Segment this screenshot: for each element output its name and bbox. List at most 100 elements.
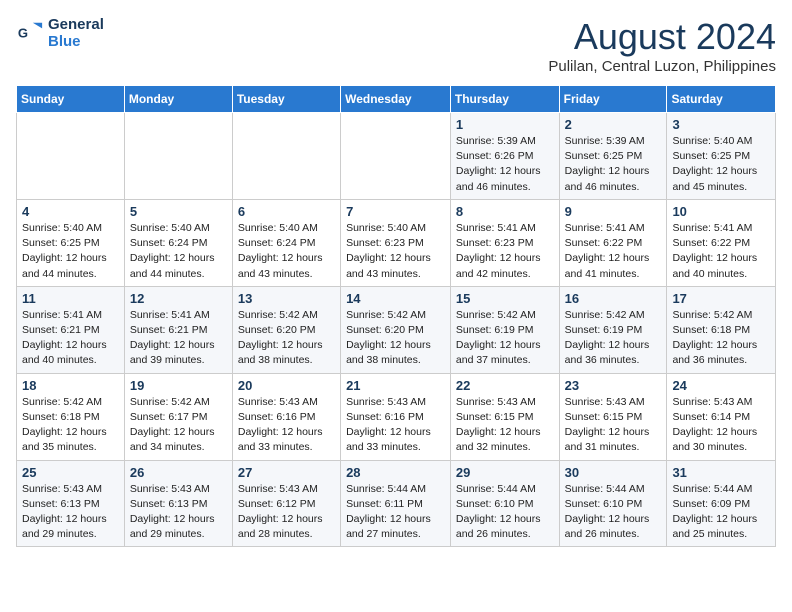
calendar-cell: 11 Sunrise: 5:41 AMSunset: 6:21 PMDayligh…: [17, 286, 125, 373]
day-info: Sunrise: 5:41 AMSunset: 6:21 PMDaylight:…: [130, 308, 227, 369]
calendar-cell: 18 Sunrise: 5:42 AMSunset: 6:18 PMDayligh…: [17, 373, 125, 460]
day-info: Sunrise: 5:41 AMSunset: 6:22 PMDaylight:…: [565, 221, 662, 282]
month-title: August 2024: [548, 16, 776, 58]
day-number: 10: [672, 204, 770, 219]
day-number: 5: [130, 204, 227, 219]
day-info: Sunrise: 5:42 AMSunset: 6:20 PMDaylight:…: [238, 308, 335, 369]
calendar-cell: 10 Sunrise: 5:41 AMSunset: 6:22 PMDayligh…: [667, 199, 776, 286]
logo-line2: Blue: [48, 33, 104, 50]
logo: G General Blue: [16, 16, 104, 50]
calendar-cell: 9 Sunrise: 5:41 AMSunset: 6:22 PMDaylight…: [559, 199, 667, 286]
day-number: 16: [565, 291, 662, 306]
weekday-header-thursday: Thursday: [450, 86, 559, 113]
calendar-cell: 3 Sunrise: 5:40 AMSunset: 6:25 PMDaylight…: [667, 113, 776, 200]
day-info: Sunrise: 5:42 AMSunset: 6:18 PMDaylight:…: [672, 308, 770, 369]
location-title: Pulilan, Central Luzon, Philippines: [548, 58, 776, 75]
day-info: Sunrise: 5:44 AMSunset: 6:09 PMDaylight:…: [672, 482, 770, 543]
calendar-cell: 7 Sunrise: 5:40 AMSunset: 6:23 PMDaylight…: [341, 199, 451, 286]
calendar-cell: 20 Sunrise: 5:43 AMSunset: 6:16 PMDayligh…: [232, 373, 340, 460]
svg-text:G: G: [18, 26, 28, 41]
calendar-cell: 27 Sunrise: 5:43 AMSunset: 6:12 PMDayligh…: [232, 460, 340, 547]
day-number: 31: [672, 465, 770, 480]
day-number: 12: [130, 291, 227, 306]
calendar-cell: 6 Sunrise: 5:40 AMSunset: 6:24 PMDaylight…: [232, 199, 340, 286]
calendar-cell: 8Sunrise: 5:41 AMSunset: 6:23 PMDaylight…: [450, 199, 559, 286]
day-number: 24: [672, 378, 770, 393]
day-number: 19: [130, 378, 227, 393]
title-block: August 2024 Pulilan, Central Luzon, Phil…: [548, 16, 776, 75]
weekday-header-saturday: Saturday: [667, 86, 776, 113]
day-number: 9: [565, 204, 662, 219]
calendar-cell: 24 Sunrise: 5:43 AMSunset: 6:14 PMDayligh…: [667, 373, 776, 460]
day-number: 14: [346, 291, 445, 306]
day-info: Sunrise: 5:43 AMSunset: 6:13 PMDaylight:…: [22, 482, 119, 543]
day-number: 26: [130, 465, 227, 480]
weekday-header-monday: Monday: [124, 86, 232, 113]
day-info: Sunrise: 5:41 AMSunset: 6:21 PMDaylight:…: [22, 308, 119, 369]
day-info: Sunrise: 5:42 AMSunset: 6:20 PMDaylight:…: [346, 308, 445, 369]
calendar-cell: 21Sunrise: 5:43 AMSunset: 6:16 PMDayligh…: [341, 373, 451, 460]
logo-line1: General: [48, 16, 104, 33]
day-info: Sunrise: 5:42 AMSunset: 6:19 PMDaylight:…: [456, 308, 554, 369]
day-number: 28: [346, 465, 445, 480]
calendar-cell: 2 Sunrise: 5:39 AMSunset: 6:25 PMDaylight…: [559, 113, 667, 200]
day-info: Sunrise: 5:41 AMSunset: 6:22 PMDaylight:…: [672, 221, 770, 282]
page-header: G General Blue August 2024 Pulilan, Cent…: [16, 16, 776, 75]
day-info: Sunrise: 5:43 AMSunset: 6:16 PMDaylight:…: [238, 395, 335, 456]
day-info: Sunrise: 5:41 AMSunset: 6:23 PMDaylight:…: [456, 221, 554, 282]
day-info: Sunrise: 5:43 AMSunset: 6:12 PMDaylight:…: [238, 482, 335, 543]
day-info: Sunrise: 5:40 AMSunset: 6:25 PMDaylight:…: [672, 134, 770, 195]
day-number: 25: [22, 465, 119, 480]
calendar-cell: 23 Sunrise: 5:43 AMSunset: 6:15 PMDayligh…: [559, 373, 667, 460]
calendar-cell: 26 Sunrise: 5:43 AMSunset: 6:13 PMDayligh…: [124, 460, 232, 547]
calendar-cell: 22Sunrise: 5:43 AMSunset: 6:15 PMDayligh…: [450, 373, 559, 460]
calendar-cell: 31 Sunrise: 5:44 AMSunset: 6:09 PMDayligh…: [667, 460, 776, 547]
day-number: 1: [456, 117, 554, 132]
day-number: 13: [238, 291, 335, 306]
day-number: 3: [672, 117, 770, 132]
day-info: Sunrise: 5:40 AMSunset: 6:23 PMDaylight:…: [346, 221, 445, 282]
day-info: Sunrise: 5:40 AMSunset: 6:24 PMDaylight:…: [238, 221, 335, 282]
day-number: 30: [565, 465, 662, 480]
weekday-header-wednesday: Wednesday: [341, 86, 451, 113]
day-info: Sunrise: 5:42 AMSunset: 6:19 PMDaylight:…: [565, 308, 662, 369]
day-number: 20: [238, 378, 335, 393]
day-info: Sunrise: 5:44 AMSunset: 6:10 PMDaylight:…: [456, 482, 554, 543]
calendar-table: SundayMondayTuesdayWednesdayThursdayFrid…: [16, 85, 776, 547]
calendar-cell: 30 Sunrise: 5:44 AMSunset: 6:10 PMDayligh…: [559, 460, 667, 547]
day-info: Sunrise: 5:39 AMSunset: 6:25 PMDaylight:…: [565, 134, 662, 195]
day-info: Sunrise: 5:40 AMSunset: 6:24 PMDaylight:…: [130, 221, 227, 282]
calendar-cell: 28 Sunrise: 5:44 AMSunset: 6:11 PMDayligh…: [341, 460, 451, 547]
calendar-cell: 4Sunrise: 5:40 AMSunset: 6:25 PMDaylight…: [17, 199, 125, 286]
day-number: 6: [238, 204, 335, 219]
day-number: 11: [22, 291, 119, 306]
calendar-cell: [341, 113, 451, 200]
day-number: 17: [672, 291, 770, 306]
logo-icon: G: [16, 19, 44, 47]
day-number: 21: [346, 378, 445, 393]
calendar-cell: [232, 113, 340, 200]
day-number: 2: [565, 117, 662, 132]
calendar-cell: 1 Sunrise: 5:39 AMSunset: 6:26 PMDaylight…: [450, 113, 559, 200]
day-info: Sunrise: 5:39 AMSunset: 6:26 PMDaylight:…: [456, 134, 554, 195]
day-number: 18: [22, 378, 119, 393]
day-number: 4: [22, 204, 119, 219]
day-number: 7: [346, 204, 445, 219]
day-info: Sunrise: 5:43 AMSunset: 6:14 PMDaylight:…: [672, 395, 770, 456]
day-info: Sunrise: 5:42 AMSunset: 6:17 PMDaylight:…: [130, 395, 227, 456]
calendar-cell: 13 Sunrise: 5:42 AMSunset: 6:20 PMDayligh…: [232, 286, 340, 373]
day-number: 23: [565, 378, 662, 393]
day-info: Sunrise: 5:43 AMSunset: 6:13 PMDaylight:…: [130, 482, 227, 543]
day-info: Sunrise: 5:44 AMSunset: 6:10 PMDaylight:…: [565, 482, 662, 543]
calendar-cell: 19 Sunrise: 5:42 AMSunset: 6:17 PMDayligh…: [124, 373, 232, 460]
day-info: Sunrise: 5:43 AMSunset: 6:15 PMDaylight:…: [565, 395, 662, 456]
weekday-header-sunday: Sunday: [17, 86, 125, 113]
day-info: Sunrise: 5:42 AMSunset: 6:18 PMDaylight:…: [22, 395, 119, 456]
day-number: 15: [456, 291, 554, 306]
calendar-cell: 14 Sunrise: 5:42 AMSunset: 6:20 PMDayligh…: [341, 286, 451, 373]
calendar-cell: 12 Sunrise: 5:41 AMSunset: 6:21 PMDayligh…: [124, 286, 232, 373]
day-number: 27: [238, 465, 335, 480]
calendar-cell: 15 Sunrise: 5:42 AMSunset: 6:19 PMDayligh…: [450, 286, 559, 373]
calendar-cell: 5 Sunrise: 5:40 AMSunset: 6:24 PMDaylight…: [124, 199, 232, 286]
day-info: Sunrise: 5:44 AMSunset: 6:11 PMDaylight:…: [346, 482, 445, 543]
